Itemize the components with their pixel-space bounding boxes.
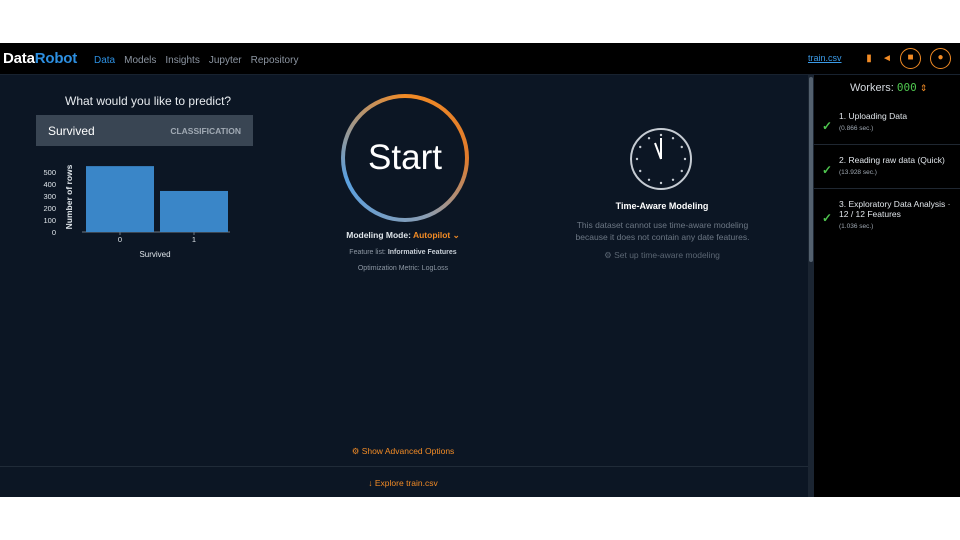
y-axis-label: Number of rows (64, 164, 74, 229)
datarobot-app: DataRobot Data Models Insights Jupyter R… (0, 43, 960, 497)
worker-panel: Workers: 000 ⇕ ✓ 1. Uploading Data (0.86… (814, 75, 960, 497)
advanced-options-label: Show Advanced Options (361, 446, 455, 456)
chevron-down-icon: ⌄ (452, 230, 460, 240)
explore-dataset-link[interactable]: ↓ Explore train.csv (318, 478, 488, 488)
y-tick-label: 400 (43, 180, 56, 189)
predict-question: What would you like to predict? (65, 94, 232, 108)
step-time: (13.928 sec.) (839, 169, 877, 176)
user-icon[interactable]: ● (930, 48, 951, 69)
feature-list-label: Feature list: (349, 249, 386, 256)
optimization-metric-line: Optimization Metric: LogLoss (318, 265, 488, 272)
check-icon: ✓ (822, 119, 833, 133)
x-axis-label: Survived (139, 250, 170, 259)
time-aware-description: This dataset cannot use time-aware model… (575, 220, 750, 242)
check-icon: ✓ (822, 211, 833, 225)
explore-label: Explore train.csv (374, 478, 438, 488)
y-tick-label: 0 (52, 228, 56, 237)
divider (0, 466, 808, 467)
workers-count: 000 (896, 81, 917, 94)
gears-icon: ⚙ (351, 446, 360, 456)
nav-tab-repository[interactable]: Repository (251, 55, 299, 66)
time-aware-title: Time-Aware Modeling (615, 201, 709, 211)
arrow-down-icon: ↓ (368, 478, 373, 488)
workers-label: Workers: (850, 82, 894, 94)
dataset-link[interactable]: train.csv (808, 53, 842, 63)
notebook-icon[interactable]: ▮ (861, 51, 877, 67)
feature-list-line: Feature list: Informative Features (318, 249, 488, 256)
nav-tab-models[interactable]: Models (124, 55, 156, 66)
clock-icon (630, 128, 692, 190)
time-aware-setup-link[interactable]: ⚙ Set up time-aware modeling (582, 250, 742, 261)
time-aware-setup-label: Set up time-aware modeling (614, 250, 720, 260)
target-histogram: Number of rows 5004003002001000 01 Survi… (43, 164, 230, 259)
x-axis-ticks: 01 (118, 232, 196, 244)
step-divider (814, 188, 960, 189)
start-button-ring[interactable]: Start (341, 94, 469, 222)
histogram-bar[interactable] (86, 166, 154, 232)
nav-tab-jupyter[interactable]: Jupyter (209, 55, 242, 66)
y-axis-ticks: 500 400 300 200 100 0 (43, 168, 56, 237)
folder-icon[interactable]: ■ (900, 48, 921, 69)
step-label: 1. Uploading Data (839, 111, 908, 121)
modeling-mode-value: Autopilot (412, 230, 451, 240)
top-navigation-bar: DataRobot Data Models Insights Jupyter R… (0, 43, 960, 75)
check-icon: ✓ (822, 163, 833, 177)
y-tick-label: 300 (43, 192, 56, 201)
scrollbar-thumb[interactable] (809, 77, 813, 262)
metric-value: LogLoss (421, 265, 449, 272)
feature-list-value: Informative Features (387, 249, 457, 256)
step-divider (814, 144, 960, 145)
nav-tab-insights[interactable]: Insights (165, 55, 199, 66)
metric-label: Optimization Metric: (357, 265, 420, 272)
settings-icon: ⚙ (604, 250, 612, 260)
workers-control: Workers: 000 ⇕ (850, 81, 927, 94)
step-label: 2. Reading raw data (Quick) (839, 155, 945, 165)
start-button[interactable]: Start (345, 98, 465, 218)
step-time: (1.036 sec.) (839, 223, 874, 230)
main-content: What would you like to predict? Survived… (0, 75, 808, 497)
show-advanced-options-link[interactable]: ⚙ Show Advanced Options (318, 446, 488, 457)
modeling-mode-selector[interactable]: Modeling Mode: Autopilot ⌄ (338, 230, 468, 241)
step-time: (0.866 sec.) (839, 125, 874, 132)
y-tick-label: 100 (43, 216, 56, 225)
step-label: 3. Exploratory Data Analysis · (839, 199, 951, 209)
datarobot-logo[interactable]: DataRobot (3, 50, 77, 67)
logo-part2: Robot (34, 50, 78, 67)
y-tick-label: 200 (43, 204, 56, 213)
logo-part1: Data (3, 50, 35, 67)
modeling-mode-label: Modeling Mode: (346, 230, 411, 240)
target-type-badge: CLASSIFICATION (170, 126, 241, 136)
megaphone-icon[interactable]: ◄ (879, 51, 895, 67)
histogram-bars (86, 166, 228, 232)
step-sublabel: 12 / 12 Features (839, 209, 901, 219)
histogram-bar[interactable] (160, 190, 228, 232)
y-tick-label: 500 (43, 168, 56, 177)
workers-stepper-icon[interactable]: ⇕ (920, 83, 928, 93)
x-tick-label: 0 (118, 235, 122, 244)
nav-tab-data[interactable]: Data (94, 55, 115, 66)
x-tick-label: 1 (192, 235, 196, 244)
main-nav: Data Models Insights Jupyter Repository (94, 55, 298, 66)
target-input[interactable]: Survived CLASSIFICATION (36, 115, 253, 146)
target-name: Survived (48, 124, 95, 138)
